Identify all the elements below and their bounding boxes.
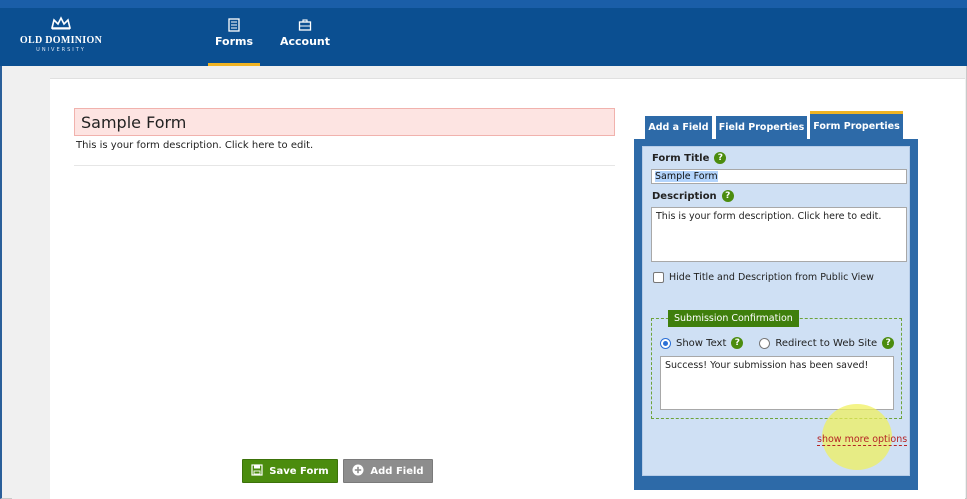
confirmation-text-textarea[interactable]: Success! Your submission has been saved!	[660, 356, 894, 410]
logo-subtitle: UNIVERSITY	[36, 47, 86, 53]
save-form-button[interactable]: Save Form	[242, 459, 338, 483]
form-divider	[74, 165, 615, 166]
show-more-options-link[interactable]: show more options	[817, 434, 908, 446]
description-label: Description	[652, 190, 717, 202]
nav-forms[interactable]: Forms	[208, 14, 260, 66]
hide-title-checkbox[interactable]	[653, 272, 664, 283]
form-title-label: Form Title	[652, 152, 710, 164]
nav-forms-label: Forms	[214, 35, 254, 48]
help-icon[interactable]: ?	[882, 337, 895, 349]
redirect-label: Redirect to Web Site	[775, 337, 878, 349]
form-title-display[interactable]: Sample Form	[74, 108, 615, 136]
save-form-label: Save Form	[269, 465, 329, 477]
crown-icon	[6, 16, 116, 33]
tab-add-a-field[interactable]: Add a Field	[645, 116, 712, 139]
logo-name: OLD DOMINION	[19, 35, 103, 46]
description-label-row: Description ?	[652, 190, 734, 202]
show-text-label: Show Text	[676, 337, 727, 349]
show-text-radio[interactable]	[660, 337, 671, 349]
help-icon[interactable]: ?	[714, 152, 727, 164]
add-field-button[interactable]: Add Field	[343, 459, 433, 483]
redirect-radio[interactable]	[759, 337, 771, 349]
plus-circle-icon	[352, 464, 364, 479]
description-textarea[interactable]: This is your form description. Click her…	[651, 207, 907, 262]
form-description-display[interactable]: This is your form description. Click her…	[76, 140, 313, 151]
forms-icon	[227, 18, 241, 32]
add-field-label: Add Field	[370, 465, 424, 477]
form-title-label-row: Form Title ?	[652, 152, 727, 164]
hide-title-label: Hide Title and Description from Public V…	[669, 272, 874, 283]
university-logo[interactable]: OLD DOMINION UNIVERSITY	[6, 16, 116, 62]
nav-account[interactable]: Account	[276, 14, 334, 66]
tab-field-properties[interactable]: Field Properties	[716, 116, 807, 139]
form-title-value: Sample Form	[655, 171, 718, 182]
top-nav-bar: OLD DOMINION UNIVERSITY Forms Account	[0, 0, 967, 66]
form-title-input[interactable]: Sample Form	[651, 169, 907, 184]
help-icon[interactable]: ?	[721, 190, 734, 202]
hide-title-option: Hide Title and Description from Public V…	[653, 272, 874, 283]
floppy-disk-icon	[251, 463, 263, 479]
tab-form-properties[interactable]: Form Properties	[810, 111, 903, 139]
briefcase-icon	[298, 18, 312, 32]
submission-confirmation-legend: Submission Confirmation	[668, 310, 799, 327]
help-icon[interactable]: ?	[731, 337, 744, 349]
nav-account-label: Account	[279, 35, 331, 48]
confirmation-type-options: Show Text ? Redirect to Web Site ?	[660, 337, 895, 349]
